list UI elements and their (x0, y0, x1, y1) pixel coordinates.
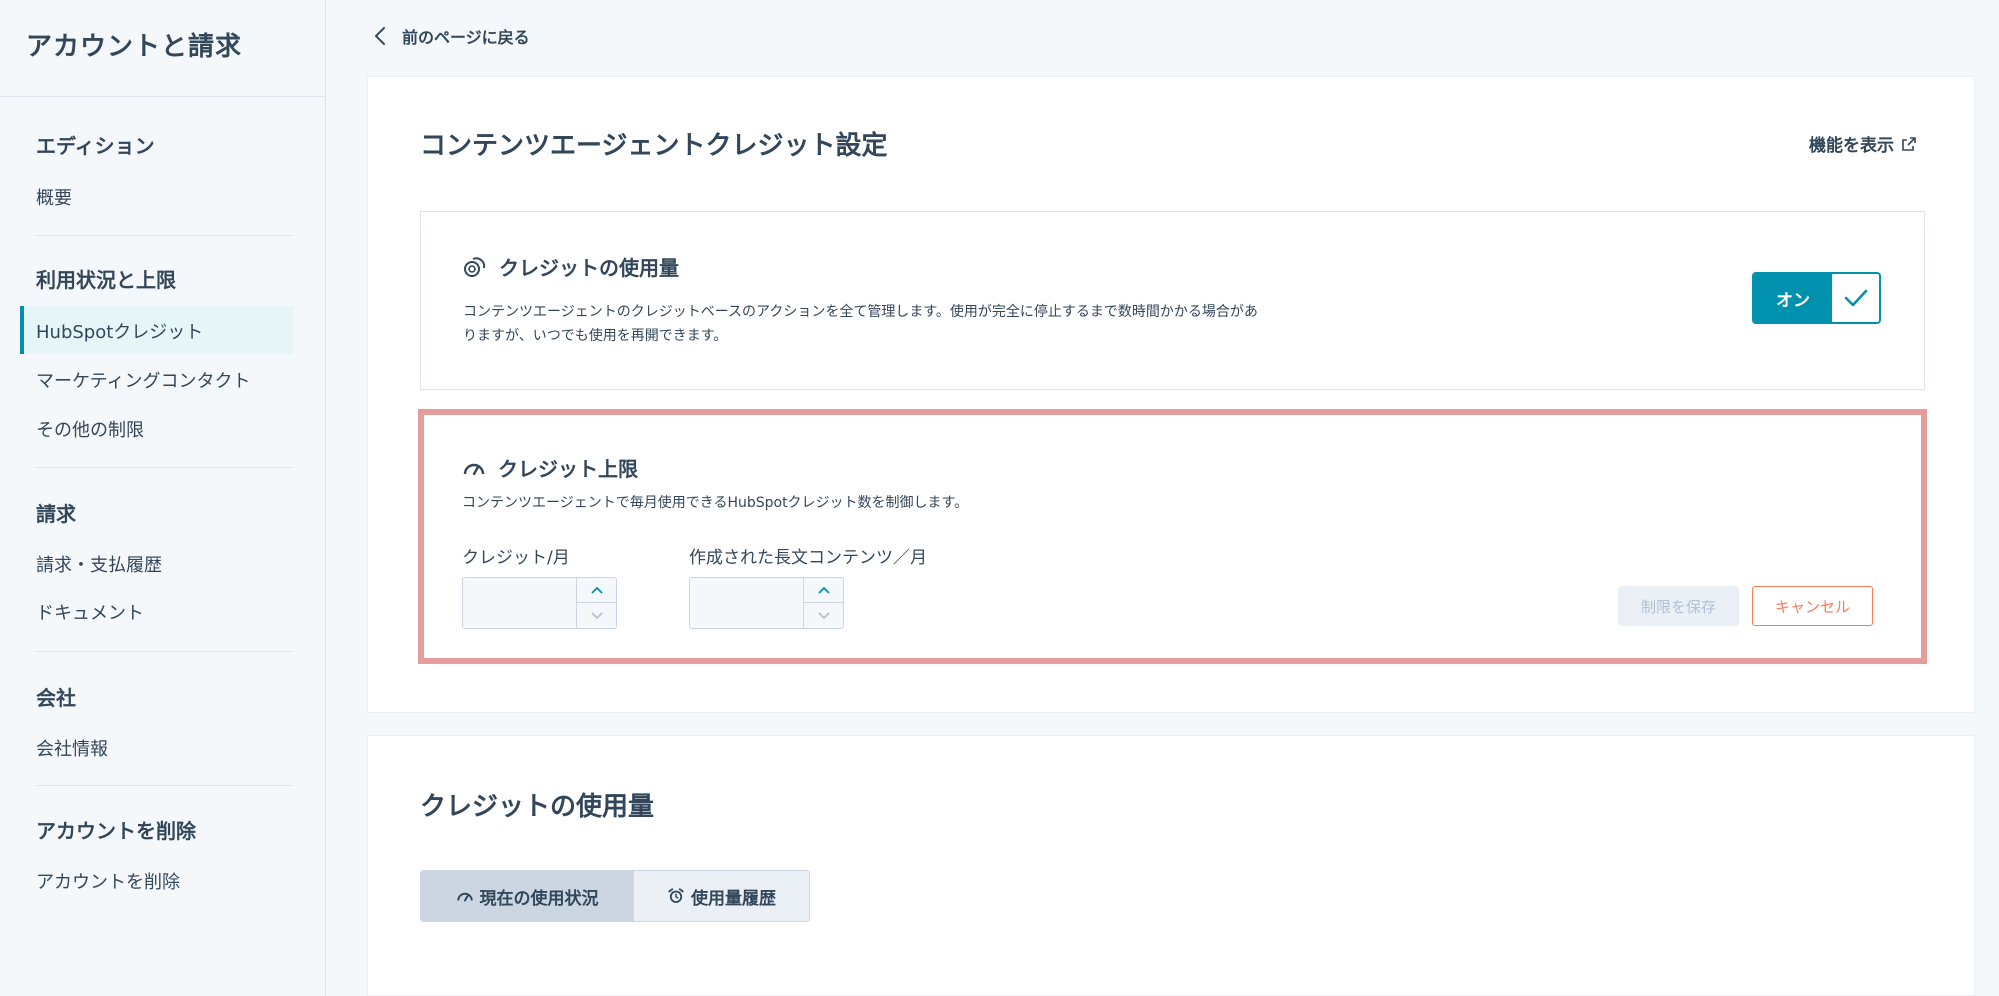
credit-usage-toggle[interactable]: オン (1752, 272, 1881, 324)
sidebar-item-overview[interactable]: 概要 (36, 184, 72, 210)
credit-limit-description: コンテンツエージェントで毎月使用できるHubSpotクレジット数を制御します。 (462, 495, 969, 511)
toggle-on-label: オン (1754, 274, 1832, 322)
sidebar-item-billing-history[interactable]: 請求・支払履歴 (36, 551, 162, 577)
sidebar-item-label: HubSpotクレジット (36, 322, 204, 343)
description-line: コンテンツエージェントのクレジットベースのアクションを全て管理します。使用が完全… (463, 304, 1258, 320)
sidebar-divider (36, 235, 293, 236)
sidebar-heading-billing: 請求 (36, 502, 76, 526)
credits-per-month-field[interactable] (463, 578, 576, 628)
checkmark-icon (1844, 289, 1867, 307)
sidebar-heading-usage: 利用状況と上限 (36, 268, 176, 292)
credit-usage-heading: クレジットの使用量 (463, 252, 679, 281)
sidebar-divider (36, 467, 293, 468)
external-link-icon (1902, 136, 1916, 151)
tab-usage-history[interactable]: 使用量履歴 (634, 871, 809, 921)
quantity-stepper (576, 578, 616, 628)
credit-usage-heading-text: クレジットの使用量 (499, 256, 679, 280)
credit-usage-description: コンテンツエージェントのクレジットベースのアクションを全て管理します。使用が完全… (463, 300, 1258, 348)
sidebar-item-hubspot-credits[interactable]: HubSpotクレジット (20, 306, 293, 354)
sidebar-item-company-info[interactable]: 会社情報 (36, 735, 108, 761)
increment-button[interactable] (577, 578, 616, 603)
view-feature-link[interactable]: 機能を表示 (1809, 131, 1916, 156)
tab-label: 現在の使用状況 (479, 888, 599, 909)
decrement-button[interactable] (577, 603, 616, 628)
quantity-stepper (803, 578, 843, 628)
chevron-down-icon (817, 611, 830, 619)
sidebar-divider (36, 785, 293, 786)
page-title: コンテンツエージェントクレジット設定 (420, 131, 888, 161)
tab-current-usage[interactable]: 現在の使用状況 (421, 871, 634, 921)
chevron-left-icon (375, 27, 385, 45)
gauge-icon (456, 892, 473, 902)
usage-tabs: 現在の使用状況 使用量履歴 (420, 870, 810, 922)
sidebar-divider (0, 96, 326, 97)
sidebar-item-other-limits[interactable]: その他の制限 (36, 416, 144, 442)
usage-section-title: クレジットの使用量 (420, 792, 655, 822)
tab-label: 使用量履歴 (691, 888, 776, 909)
save-limit-button[interactable]: 制限を保存 (1618, 586, 1739, 626)
sidebar: アカウントと請求 エディション 概要 利用状況と上限 HubSpotクレジット … (0, 0, 326, 996)
view-feature-label: 機能を表示 (1809, 136, 1894, 156)
credit-limit-heading: クレジット上限 (462, 453, 638, 482)
longform-content-field[interactable] (690, 578, 803, 628)
credit-limit-panel: クレジット上限 コンテンツエージェントで毎月使用できるHubSpotクレジット数… (418, 409, 1927, 664)
app-root: アカウントと請求 エディション 概要 利用状況と上限 HubSpotクレジット … (0, 0, 1999, 996)
credit-limit-heading-text: クレジット上限 (498, 457, 638, 481)
toggle-check (1832, 274, 1879, 322)
sidebar-divider (36, 651, 293, 652)
sidebar-heading-company: 会社 (36, 686, 76, 710)
credits-per-month-label: クレジット/月 (462, 548, 570, 568)
back-link-label: 前のページに戻る (402, 28, 530, 47)
sidebar-item-documents[interactable]: ドキュメント (36, 599, 144, 625)
credit-usage-panel: クレジットの使用量 コンテンツエージェントのクレジットベースのアクションを全て管… (420, 211, 1925, 390)
longform-content-label: 作成された長文コンテンツ／月 (689, 548, 927, 568)
back-link[interactable]: 前のページに戻る (370, 24, 530, 48)
coins-icon (464, 256, 486, 277)
description-line: りますが、いつでも使用を再開できます。 (463, 328, 728, 344)
sidebar-heading-edition: エディション (36, 134, 155, 158)
alarm-clock-icon (668, 888, 684, 903)
sidebar-item-marketing-contacts[interactable]: マーケティングコンタクト (36, 367, 251, 393)
cancel-button[interactable]: キャンセル (1752, 586, 1873, 626)
gauge-icon (463, 463, 485, 475)
sidebar-title: アカウントと請求 (26, 32, 243, 62)
credits-per-month-input (462, 577, 617, 629)
chevron-up-icon (590, 586, 603, 594)
chevron-up-icon (817, 586, 830, 594)
credit-usage-section: クレジットの使用量 現在の使用状況 使用量履歴 (367, 735, 1975, 996)
chevron-down-icon (590, 611, 603, 619)
longform-content-input (689, 577, 844, 629)
settings-card: コンテンツエージェントクレジット設定 機能を表示 クレジットの使用量 コンテンツ… (367, 76, 1975, 713)
increment-button[interactable] (804, 578, 843, 603)
sidebar-heading-delete-account: アカウントを削除 (36, 819, 196, 843)
decrement-button[interactable] (804, 603, 843, 628)
sidebar-item-delete-account[interactable]: アカウントを削除 (36, 868, 180, 894)
